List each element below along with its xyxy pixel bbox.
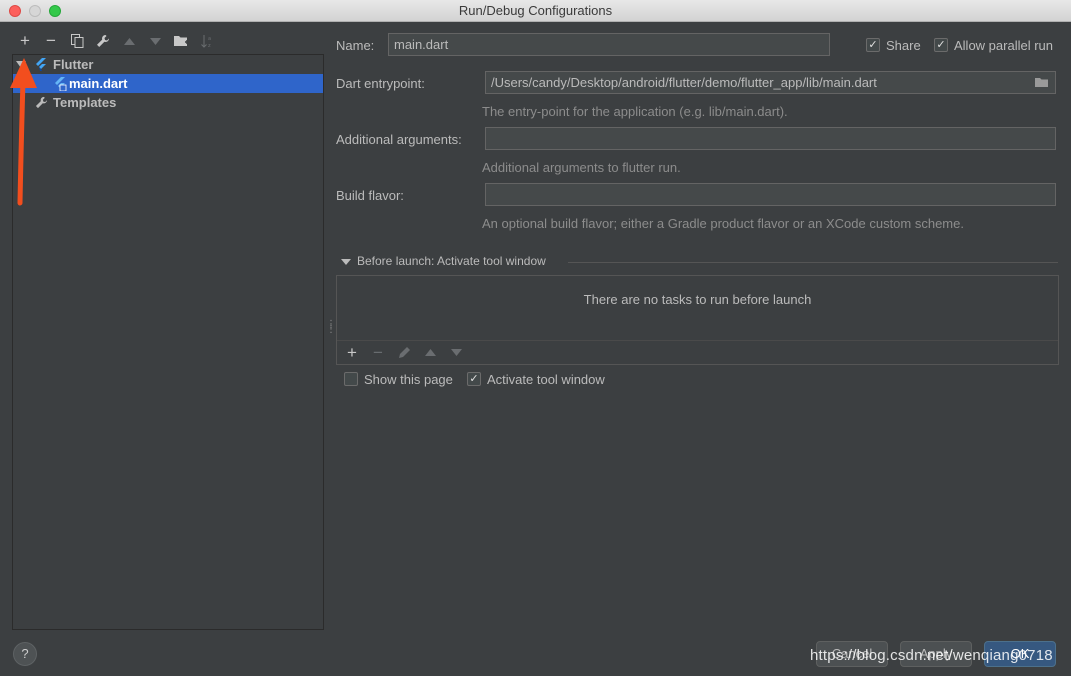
watermark-text: https://blog.csdn.net/wenqiang0718	[810, 647, 1053, 664]
move-task-down-button[interactable]	[443, 342, 469, 364]
tree-item-main-dart[interactable]: main.dart	[13, 74, 323, 93]
remove-configuration-button[interactable]: −	[38, 30, 64, 52]
plus-icon: +	[20, 31, 30, 50]
tree-item-label: Flutter	[53, 57, 94, 72]
move-into-folder-button[interactable]	[168, 30, 194, 52]
arrow-down-icon	[149, 37, 161, 45]
wrench-icon	[35, 96, 48, 109]
window-zoom-button[interactable]	[49, 5, 61, 17]
edit-task-button[interactable]	[391, 342, 417, 364]
copy-icon	[70, 34, 83, 48]
move-down-button[interactable]	[142, 30, 168, 52]
remove-task-button[interactable]: −	[365, 342, 391, 364]
configurations-tree: Flutter main.dart Templates	[12, 54, 324, 630]
sort-configurations-button[interactable]: az	[194, 30, 220, 52]
build-flavor-label: Build flavor:	[336, 188, 404, 203]
arrow-up-icon	[123, 37, 135, 45]
window-minimize-button[interactable]	[29, 5, 41, 17]
build-flavor-hint: An optional build flavor; either a Gradl…	[482, 216, 964, 231]
browse-folder-icon[interactable]	[1035, 77, 1049, 88]
expand-arrow-icon[interactable]	[16, 61, 26, 68]
arrow-up-icon	[424, 349, 436, 356]
flutter-config-icon	[55, 77, 67, 91]
wrench-icon	[97, 35, 109, 47]
allow-parallel-run-checkbox[interactable]: ✓	[934, 38, 948, 52]
tree-item-flutter[interactable]: Flutter	[13, 55, 323, 74]
flutter-icon	[36, 58, 46, 71]
add-configuration-button[interactable]: +	[12, 30, 38, 52]
before-launch-collapse-icon[interactable]	[341, 259, 351, 265]
share-checkbox[interactable]: ✓	[866, 38, 880, 52]
arrow-down-icon	[450, 349, 462, 356]
share-label: Share	[886, 38, 921, 53]
activate-tool-window-checkbox[interactable]: ✓	[467, 372, 481, 386]
svg-text:z: z	[208, 43, 211, 48]
move-up-button[interactable]	[116, 30, 142, 52]
name-label: Name:	[336, 38, 375, 53]
configurations-toolbar: + − az	[12, 30, 220, 52]
panel-splitter-handle[interactable]: ⋮ ⋮	[326, 320, 336, 338]
help-button[interactable]: ?	[13, 642, 37, 666]
dart-entrypoint-label: Dart entrypoint:	[336, 76, 425, 91]
dart-entrypoint-value: /Users/candy/Desktop/android/flutter/dem…	[491, 75, 877, 90]
add-task-button[interactable]: +	[339, 342, 365, 364]
copy-configuration-button[interactable]	[64, 30, 90, 52]
show-this-page-checkbox[interactable]	[344, 372, 358, 386]
section-divider	[568, 262, 1058, 263]
before-launch-title[interactable]: Before launch: Activate tool window	[357, 254, 546, 268]
plus-icon: +	[347, 342, 357, 362]
before-launch-tasks-panel: There are no tasks to run before launch …	[336, 275, 1059, 365]
svg-text:a: a	[208, 36, 211, 42]
edit-defaults-button[interactable]	[90, 30, 116, 52]
tree-item-templates[interactable]: Templates	[13, 93, 323, 112]
tree-item-label: main.dart	[69, 76, 128, 91]
additional-arguments-label: Additional arguments:	[336, 132, 462, 147]
no-tasks-message: There are no tasks to run before launch	[583, 292, 812, 307]
move-task-up-button[interactable]	[417, 342, 443, 364]
allow-parallel-run-label: Allow parallel run	[954, 38, 1053, 53]
window-close-button[interactable]	[9, 5, 21, 17]
additional-arguments-input[interactable]	[485, 127, 1056, 150]
before-launch-toolbar: + −	[337, 340, 1058, 364]
window-title: Run/Debug Configurations	[458, 3, 613, 18]
minus-icon: −	[373, 342, 383, 362]
folder-add-icon	[173, 36, 189, 46]
dart-entrypoint-input[interactable]: /Users/candy/Desktop/android/flutter/dem…	[485, 71, 1056, 94]
show-this-page-label: Show this page	[364, 372, 453, 387]
minus-icon: −	[46, 31, 56, 50]
additional-arguments-hint: Additional arguments to flutter run.	[482, 160, 681, 175]
tree-item-label: Templates	[53, 95, 117, 110]
sort-icon: az	[200, 35, 211, 48]
activate-tool-window-label: Activate tool window	[487, 372, 605, 387]
name-input[interactable]: main.dart	[388, 33, 830, 56]
window-titlebar: Run/Debug Configurations	[0, 0, 1071, 22]
dart-entrypoint-hint: The entry-point for the application (e.g…	[482, 104, 788, 119]
pencil-icon	[398, 347, 410, 358]
build-flavor-input[interactable]	[485, 183, 1056, 206]
